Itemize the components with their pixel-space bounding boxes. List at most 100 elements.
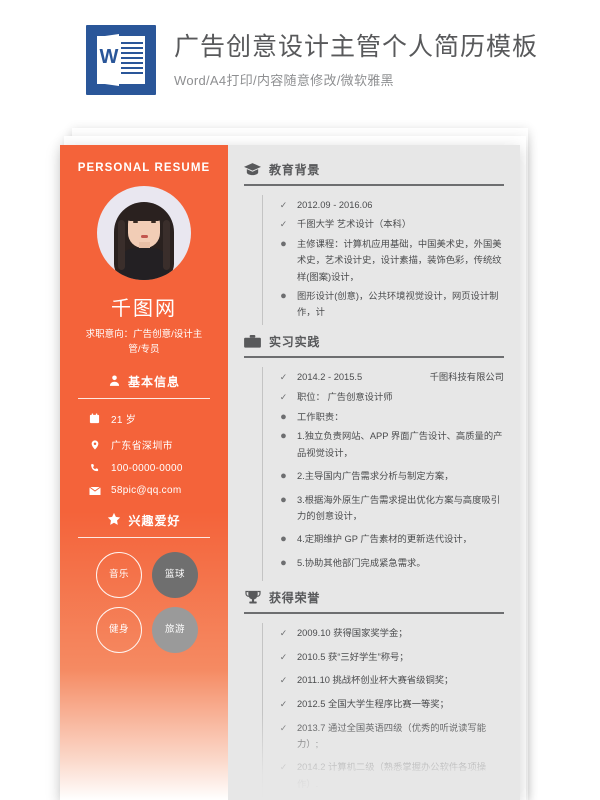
honor-item: ✓ 2013.7 通过全国英语四级（优秀的听说读写能力）; bbox=[263, 720, 504, 753]
internship-item: ● 1.独立负责网站、APP 界面广告设计、高质量的产品视觉设计， bbox=[263, 428, 504, 461]
calendar-icon bbox=[88, 413, 101, 424]
info-value-age: 21 岁 bbox=[111, 415, 137, 427]
internship-item: ● 3.根据海外原生广告需求提出优化方案与高度吸引力的创意设计， bbox=[263, 492, 504, 525]
bullet-dot-icon: ● bbox=[280, 289, 287, 302]
honor-item: ✓ 2009.10 获得国家奖学金； bbox=[263, 625, 504, 642]
education-item-text: 千图大学 艺术设计（本科） bbox=[297, 219, 412, 230]
internship-item-text: 职位： 广告创意设计师 bbox=[297, 391, 393, 402]
info-row-phone: 100-0000-0000 bbox=[88, 463, 214, 474]
internship-heading: 实习实践 bbox=[244, 333, 504, 350]
word-logo-lines bbox=[121, 42, 143, 78]
avatar bbox=[97, 186, 191, 280]
honor-item-text: 2010.5 获“三好学生”称号； bbox=[297, 651, 409, 662]
internship-item-text: 5.协助其他部门完成紧急需求。 bbox=[297, 558, 426, 569]
internship-items: ✓ 千图科技有限公司 2014.2 - 2015.5 ✓ 职位： 广告创意设计师… bbox=[262, 367, 504, 582]
honors-heading: 获得荣誉 bbox=[244, 589, 504, 606]
internship-divider bbox=[244, 356, 504, 359]
hobbies-title: 兴趣爱好 bbox=[128, 514, 181, 529]
info-row-location: 广东省深圳市 bbox=[88, 437, 214, 452]
check-mark-icon: ✓ bbox=[279, 762, 288, 773]
section-honors: 获得荣誉 ✓ 2009.10 获得国家奖学金； ✓ 2010.5 获“三好学生”… bbox=[244, 589, 504, 800]
briefcase-icon bbox=[244, 334, 261, 349]
resume-main-column: 教育背景 ✓ 2012.09 - 2016.06 ✓ 千图大学 艺术设计（本科）… bbox=[228, 145, 520, 800]
education-item: ● 图形设计(创意)，公共环境视觉设计，网页设计制作，计 bbox=[263, 288, 504, 321]
internship-item-text: 2.主导国内广告需求分析与制定方案， bbox=[297, 470, 454, 481]
internship-company: 千图科技有限公司 bbox=[429, 372, 504, 383]
check-mark-icon: ✓ bbox=[279, 699, 288, 710]
check-mark-icon: ✓ bbox=[279, 651, 288, 662]
education-item-text: 2012.09 - 2016.06 bbox=[297, 199, 373, 210]
honor-item-text: 2009.10 获得国家奖学金； bbox=[297, 627, 408, 638]
info-row-email: 58pic@qq.com bbox=[88, 485, 214, 496]
internship-item-text: 千图科技有限公司 2014.2 - 2015.5 bbox=[297, 369, 504, 386]
basic-info-title: 基本信息 bbox=[127, 375, 180, 390]
person-icon bbox=[108, 374, 121, 390]
education-item: ● 主修课程：计算机应用基础，中国美术史，外国美术史，艺术设计史，设计素描，装饰… bbox=[263, 236, 504, 285]
graduation-cap-icon bbox=[244, 162, 261, 177]
honor-item-text: 2012.5 全国大学生程序比赛一等奖； bbox=[297, 699, 449, 710]
section-education: 教育背景 ✓ 2012.09 - 2016.06 ✓ 千图大学 艺术设计（本科）… bbox=[244, 161, 504, 326]
word-logo-letter: W bbox=[99, 46, 119, 68]
page-title: 广告创意设计主管个人简历模板 bbox=[174, 32, 539, 61]
sidebar-banner: PERSONAL RESUME bbox=[77, 162, 211, 174]
basic-info-divider bbox=[78, 398, 210, 400]
education-items: ✓ 2012.09 - 2016.06 ✓ 千图大学 艺术设计（本科） ● 主修… bbox=[262, 194, 504, 326]
bullet-dot-icon: ● bbox=[280, 238, 287, 251]
bullet-dot-icon: ● bbox=[280, 410, 287, 423]
phone-icon bbox=[88, 463, 101, 474]
trophy-icon bbox=[244, 590, 261, 605]
hobbies-divider bbox=[78, 537, 210, 539]
hobby-item-travel: 旅游 bbox=[152, 607, 198, 654]
check-mark-icon: ✓ bbox=[279, 675, 288, 686]
candidate-name: 千图网 bbox=[111, 298, 177, 320]
bullet-dot-icon: ● bbox=[280, 557, 287, 570]
check-mark-icon: ✓ bbox=[279, 722, 288, 733]
internship-item: ● 5.协助其他部门完成紧急需求。 bbox=[263, 555, 504, 572]
check-mark-icon: ✓ bbox=[279, 627, 288, 638]
internship-item: ● 4.定期维护 GP 广告素材的更新迭代设计， bbox=[263, 531, 504, 548]
sidebar-section-basic-info: 基本信息 21 岁 广东省深圳市 100-0000-0000 58pic@qq.… bbox=[74, 373, 214, 496]
hobby-item-fitness: 健身 bbox=[96, 607, 142, 654]
resume-page: PERSONAL RESUME 千图网 求职意向：广告创意/设计主管/专员 基本… bbox=[60, 145, 520, 800]
info-value-email: 58pic@qq.com bbox=[111, 485, 182, 497]
honor-item: ✓ 2010.5 获“三好学生”称号； bbox=[263, 649, 504, 666]
bullet-dot-icon: ● bbox=[280, 430, 287, 443]
bullet-dot-icon: ● bbox=[280, 493, 287, 506]
internship-dates: 2014.2 - 2015.5 bbox=[297, 372, 363, 383]
basic-info-list: 21 岁 广东省深圳市 100-0000-0000 58pic@qq.com bbox=[74, 411, 214, 496]
info-value-location: 广东省深圳市 bbox=[111, 441, 173, 453]
honors-items: ✓ 2009.10 获得国家奖学金； ✓ 2010.5 获“三好学生”称号； ✓… bbox=[262, 622, 504, 800]
honor-item: ✓ 2012.5 全国大学生程序比赛一等奖； bbox=[263, 696, 504, 713]
resume-sidebar: PERSONAL RESUME 千图网 求职意向：广告创意/设计主管/专员 基本… bbox=[60, 145, 228, 800]
honor-item-text: 2011.10 挑战杯创业杯大赛省级铜奖； bbox=[297, 675, 454, 686]
header-text-block: 广告创意设计主管个人简历模板 Word/A4打印/内容随意修改/微软雅黑 bbox=[174, 32, 538, 89]
envelope-icon bbox=[88, 486, 101, 496]
honor-item: ✓ 2014.2 计算机二级（熟悉掌握办公软件各项操作）. bbox=[263, 759, 504, 792]
location-pin-icon bbox=[88, 439, 101, 451]
education-heading: 教育背景 bbox=[244, 161, 504, 178]
education-item-text: 图形设计(创意)，公共环境视觉设计，网页设计制作，计 bbox=[297, 290, 499, 318]
education-item: ✓ 千图大学 艺术设计（本科） bbox=[263, 216, 504, 233]
check-mark-icon: ✓ bbox=[279, 391, 288, 402]
internship-item-text: 3.根据海外原生广告需求提出优化方案与高度吸引力的创意设计， bbox=[297, 494, 500, 522]
internship-item-text: 1.独立负责网站、APP 界面广告设计、高质量的产品视觉设计， bbox=[297, 431, 503, 458]
hobby-grid: 音乐 篮球 健身 旅游 bbox=[74, 552, 214, 654]
check-mark-icon: ✓ bbox=[279, 372, 288, 383]
education-title: 教育背景 bbox=[269, 163, 321, 177]
honors-title: 获得荣誉 bbox=[269, 591, 321, 606]
education-item-text: 主修课程：计算机应用基础，中国美术史，外国美术史，艺术设计史，设计素描，装饰色彩… bbox=[297, 239, 502, 282]
section-internship: 实习实践 ✓ 千图科技有限公司 2014.2 - 2015.5 ✓ 职位： 广告… bbox=[244, 333, 504, 582]
honors-divider bbox=[244, 612, 504, 614]
hobby-item-music: 音乐 bbox=[96, 552, 142, 599]
page-header: W 广告创意设计主管个人简历模板 Word/A4打印/内容随意修改/微软雅黑 bbox=[0, 0, 600, 120]
internship-item-text: 4.定期维护 GP 广告素材的更新迭代设计， bbox=[297, 534, 472, 545]
internship-item: ✓ 千图科技有限公司 2014.2 - 2015.5 bbox=[263, 369, 504, 386]
honor-item-text: 2014.2 计算机二级（熟悉掌握办公软件各项操作）. bbox=[297, 762, 487, 789]
internship-item: ● 2.主导国内广告需求分析与制定方案， bbox=[263, 468, 504, 485]
education-item: ✓ 2012.09 - 2016.06 bbox=[263, 197, 504, 214]
check-mark-icon: ✓ bbox=[279, 199, 288, 210]
word-logo-icon: W bbox=[86, 25, 156, 95]
education-divider bbox=[244, 184, 504, 186]
page-subtitle: Word/A4打印/内容随意修改/微软雅黑 bbox=[174, 72, 394, 88]
resume-preview-stack: PERSONAL RESUME 千图网 求职意向：广告创意/设计主管/专员 基本… bbox=[0, 120, 600, 800]
